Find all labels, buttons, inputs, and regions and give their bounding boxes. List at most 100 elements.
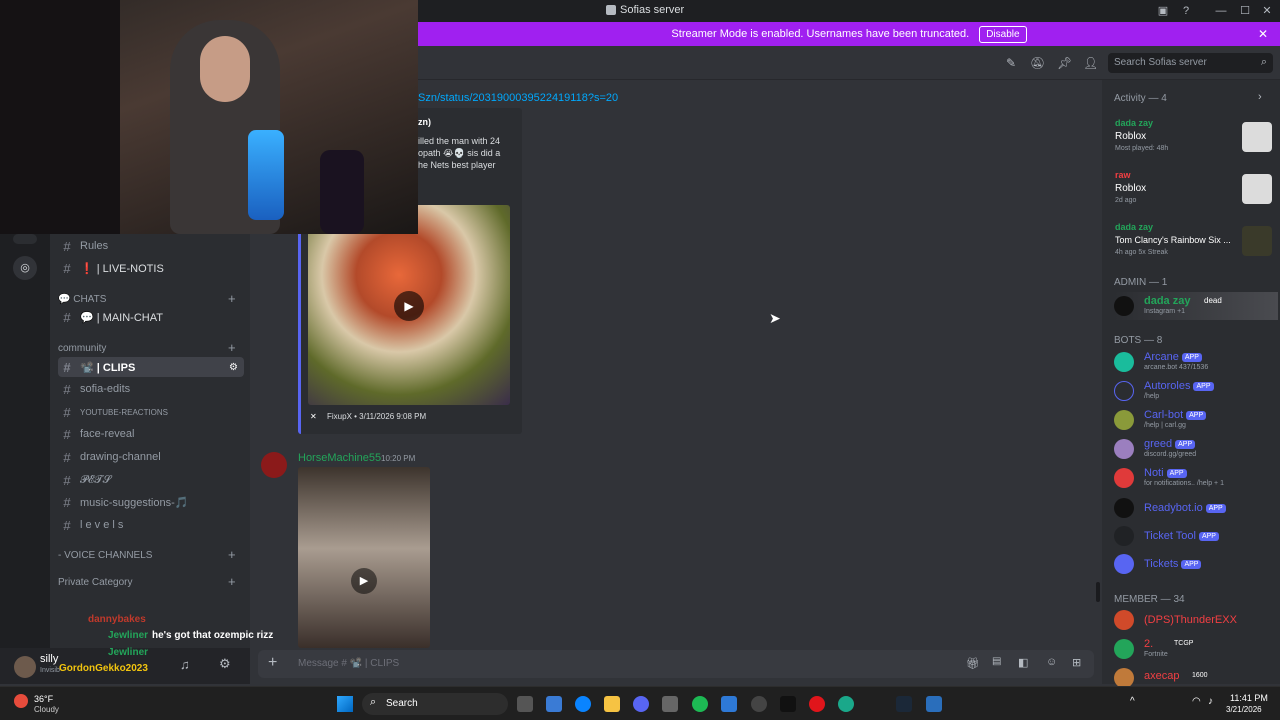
member-sub: for notifications.. /help + 1 xyxy=(1144,480,1224,487)
close-button[interactable]: ✕ xyxy=(1258,2,1276,20)
opera-icon[interactable] xyxy=(809,696,825,712)
activity-card[interactable]: dada zay Roblox Most played: 48h xyxy=(1110,116,1276,164)
message-author[interactable]: HorseMachine55 xyxy=(298,452,381,464)
webcam-bottle xyxy=(320,150,364,234)
add-channel-icon[interactable]: + xyxy=(228,547,236,562)
taskbar-search-label: Search xyxy=(386,698,418,709)
channel-drawing[interactable]: # drawing-channel xyxy=(58,447,244,467)
gift-icon[interactable]: 🎁︎ xyxy=(966,657,980,670)
add-channel-icon[interactable]: + xyxy=(228,574,236,589)
avatar[interactable] xyxy=(261,452,287,478)
app-icon[interactable] xyxy=(926,696,942,712)
help-icon[interactable]: ? xyxy=(1177,2,1195,20)
channel-clips[interactable]: # 📽️ | CLIPS ⚙ xyxy=(58,357,244,377)
app-badge: APP xyxy=(1181,559,1202,569)
channel-main-chat[interactable]: # 💬 | MAIN-CHAT xyxy=(58,307,244,327)
chevron-right-icon[interactable]: › xyxy=(1258,91,1262,103)
notification-settings-icon[interactable]: 🔕︎ xyxy=(1030,56,1045,70)
activity-game: Roblox xyxy=(1115,131,1147,142)
channel-sofia-edits[interactable]: # sofia-edits xyxy=(58,379,244,399)
category-voice[interactable]: - VOICE CHANNELS xyxy=(58,550,152,561)
channel-rules[interactable]: # Rules xyxy=(58,236,244,256)
member-row[interactable]: (DPS)ThunderEXX xyxy=(1114,606,1278,634)
category-community[interactable]: community xyxy=(58,343,106,354)
maximize-button[interactable]: ☐ xyxy=(1236,2,1254,20)
file-explorer-icon[interactable] xyxy=(604,696,620,712)
member-row[interactable]: Ticket Tool APP xyxy=(1114,522,1278,550)
start-icon[interactable] xyxy=(337,696,353,712)
mail-icon[interactable] xyxy=(721,696,737,712)
pinned-messages-icon[interactable]: 📌︎ xyxy=(1057,56,1072,70)
member-row[interactable]: 2. TCGP Fortnite xyxy=(1114,635,1278,663)
minimize-button[interactable]: — xyxy=(1212,2,1230,20)
member-name: Carl-bot xyxy=(1144,409,1184,421)
store-icon[interactable] xyxy=(662,696,678,712)
message-composer[interactable]: + Message # 📽️ | CLIPS 🎁︎ ▤ ◧ ☺ ⊞ xyxy=(258,650,1094,678)
webcam-lamp xyxy=(248,130,284,220)
app-icon[interactable] xyxy=(838,696,854,712)
play-icon[interactable]: ▶ xyxy=(351,568,377,594)
taskbar-search[interactable]: ⌕ Search xyxy=(362,693,508,715)
channel-youtube-reactions[interactable]: # YOUTUBE-REACTIONS xyxy=(58,402,244,422)
channel-music-suggestions[interactable]: # music-suggestions-🎵 xyxy=(58,492,244,512)
emoji-icon[interactable]: ☺ xyxy=(1046,656,1057,668)
member-name-wrap: Arcane APP xyxy=(1144,351,1202,363)
tiktok-icon[interactable] xyxy=(780,696,796,712)
category-chats[interactable]: 💬 CHATS xyxy=(58,294,106,305)
avatar[interactable] xyxy=(14,656,36,678)
settings-app-icon[interactable] xyxy=(751,696,767,712)
stream-chat-message: he's got that ozempic rizz xyxy=(152,630,274,641)
channel-face-reveal[interactable]: # face-reveal xyxy=(58,424,244,444)
clock-date[interactable]: 3/21/2026 xyxy=(1226,705,1262,714)
volume-icon[interactable]: ♪ xyxy=(1208,696,1213,707)
channel-live-notis[interactable]: # ❗ | LIVE-NOTIS xyxy=(58,258,244,278)
gif-icon[interactable]: ▤ xyxy=(992,656,1001,667)
message-time: 10:20 PM xyxy=(381,454,416,463)
search-input[interactable]: Search Sofias server ⌕ xyxy=(1108,53,1273,73)
message-link[interactable]: Szn/status/2031900039522419118?s=20 xyxy=(418,92,618,104)
add-channel-icon[interactable]: + xyxy=(228,340,236,355)
member-name: axecap xyxy=(1144,670,1180,682)
steam-icon[interactable] xyxy=(896,696,912,712)
member-row[interactable]: Readybot.io APP xyxy=(1114,494,1278,522)
discord-taskbar-icon[interactable] xyxy=(633,696,649,712)
inbox-icon[interactable]: ▣ xyxy=(1154,2,1172,20)
activity-card[interactable]: raw Roblox 2d ago xyxy=(1110,168,1276,216)
wifi-icon[interactable]: ◠ xyxy=(1192,696,1201,707)
threads-icon[interactable]: ✎ xyxy=(1004,56,1018,70)
activity-card[interactable]: dada zay Tom Clancy's Rainbow Six ... 4h… xyxy=(1110,220,1276,268)
member-row[interactable]: greed APP discord.gg/greed xyxy=(1114,435,1278,463)
category-private[interactable]: Private Category xyxy=(58,577,132,588)
weather-icon[interactable] xyxy=(14,694,28,708)
member-row[interactable]: Tickets APP xyxy=(1114,550,1278,578)
task-view-icon[interactable] xyxy=(517,696,533,712)
member-list-icon[interactable]: 👤︎ xyxy=(1083,56,1098,70)
embed-text: opath 😭💀 sis did a xyxy=(418,148,501,158)
embed-video[interactable]: ▶ xyxy=(308,205,510,405)
apps-icon[interactable]: ⊞ xyxy=(1072,656,1081,669)
server-icon[interactable] xyxy=(13,234,37,244)
discover-icon[interactable]: ◎ xyxy=(13,256,37,280)
message-video[interactable]: ▶ xyxy=(298,467,430,648)
channel-label: ❗ | LIVE-NOTIS xyxy=(80,262,164,275)
spotify-icon[interactable] xyxy=(692,696,708,712)
member-row[interactable]: Noti APP for notifications.. /help + 1 xyxy=(1114,464,1278,492)
sticker-icon[interactable]: ◧ xyxy=(1018,656,1028,669)
tray-chevron-icon[interactable]: ^ xyxy=(1130,696,1135,707)
channel-pets[interactable]: # 𝓟𝓔𝓣𝓢 xyxy=(58,470,244,490)
add-channel-icon[interactable]: + xyxy=(228,291,236,306)
member-row[interactable]: dada zay dead Instagram +1 xyxy=(1114,292,1278,320)
channel-settings-icon[interactable]: ⚙ xyxy=(229,362,238,373)
discord-window: Sofias server ▣ ? — ☐ ✕ Streamer Mode is… xyxy=(0,0,1280,720)
channel-levels[interactable]: # l e v e l s xyxy=(58,515,244,535)
member-row[interactable]: Autoroles APP/help xyxy=(1114,377,1278,405)
edge-icon[interactable] xyxy=(575,696,591,712)
member-row[interactable]: Carl-bot APP/help | carl.gg xyxy=(1114,406,1278,434)
disable-button[interactable]: Disable xyxy=(979,25,1027,43)
play-icon[interactable]: ▶ xyxy=(394,291,424,321)
close-banner-icon[interactable]: ✕ xyxy=(1258,27,1268,41)
scrollbar[interactable] xyxy=(1096,582,1100,602)
member-row[interactable]: Arcane APP arcane.bot 437/1536 xyxy=(1114,348,1278,376)
clock-time[interactable]: 11:41 PM xyxy=(1230,693,1268,703)
copilot-icon[interactable] xyxy=(546,696,562,712)
